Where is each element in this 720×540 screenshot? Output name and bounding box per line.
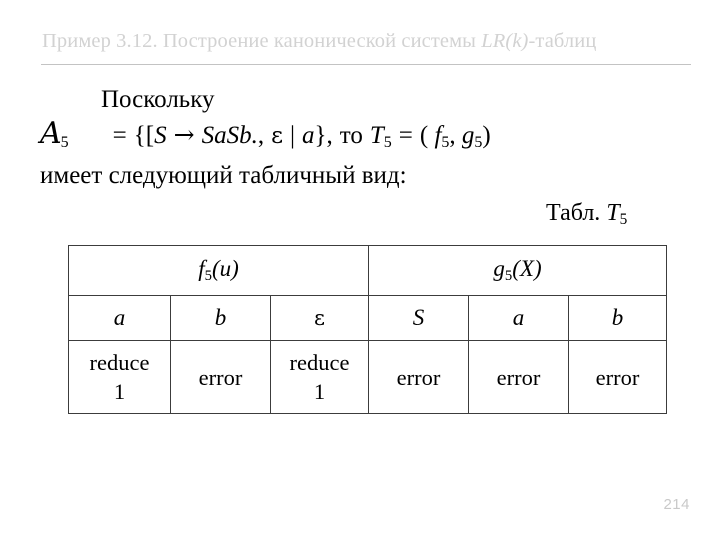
action-cell-2: reduce 1 <box>270 340 369 414</box>
action-5-line1: error <box>595 364 640 390</box>
action-0-line1: reduce <box>89 350 150 375</box>
formula-arrow: → <box>173 120 195 149</box>
formula-equals-2: = <box>398 122 413 149</box>
lr-parsing-table: f5(u) g5(X) a b ε S a b reduce 1 error re… <box>68 245 668 414</box>
symbol-cell-4: a <box>468 295 569 341</box>
formula-line: A5 = {[S → SaSb., ε | a}, то T5 =( f5, g5) <box>40 118 491 159</box>
formula-production: SaSb. <box>201 122 258 149</box>
action-cell-0: reduce 1 <box>68 340 171 414</box>
table-row-symbols: a b ε S a b <box>68 295 668 341</box>
formula-set-close: } <box>314 122 327 149</box>
page-number: 214 <box>663 496 690 513</box>
action-0-line2: 1 <box>113 379 126 404</box>
header-f-subscript: 5 <box>204 267 212 284</box>
formula-to-word: то <box>339 122 363 149</box>
symbol-4: a <box>512 305 525 330</box>
formula-lookahead: a <box>302 122 315 149</box>
action-1-line1: error <box>198 364 243 390</box>
formula-bar: | <box>289 122 295 149</box>
table-caption-subscript: 5 <box>619 210 628 228</box>
symbol-3: S <box>412 305 425 330</box>
action-4-line1: error <box>496 364 541 390</box>
formula-pair-open: ( <box>419 122 435 149</box>
action-3-line1: error <box>396 364 441 390</box>
symbol-5: b <box>611 305 624 330</box>
formula-g-symbol: g <box>461 122 475 149</box>
symbol-0: a <box>113 305 126 330</box>
symbol-cell-2: ε <box>270 295 369 341</box>
table-header-g: g5(X) <box>367 245 668 296</box>
action-2-line2: 1 <box>313 379 326 404</box>
action-cell-5: error <box>567 340 668 414</box>
table-caption-label: Табл. <box>546 200 607 226</box>
header-g-symbol: g <box>493 256 505 282</box>
formula-set-open: {[ <box>133 122 155 149</box>
page-title-after: -таблиц <box>528 30 597 52</box>
action-cell-1: error <box>170 340 271 414</box>
symbol-cell-5: b <box>567 295 668 341</box>
formula-pair-close: ) <box>482 122 491 149</box>
header-g-arg: (X) <box>512 256 542 282</box>
page-title-italic: LR(k) <box>481 30 529 52</box>
symbol-cell-3: S <box>368 295 469 341</box>
formula-pair-comma: , <box>449 122 462 149</box>
formula-tail-comma: , <box>326 122 333 149</box>
script-a-subscript: 5 <box>60 134 69 152</box>
formula-result-subscript: 5 <box>383 134 392 152</box>
formula-comma: , <box>257 122 265 149</box>
slide-header: Пример 3.12. Построение канонической сис… <box>0 26 720 72</box>
page-title-before: Пример 3.12. Построение канонической сис… <box>42 30 482 52</box>
formula-result-symbol: T <box>369 122 384 149</box>
table-header-f: f5(u) <box>68 245 369 296</box>
symbol-cell-1: b <box>170 295 271 341</box>
header-f-arg: (u) <box>211 256 239 282</box>
intro-text: Поскольку <box>101 86 215 113</box>
formula-nonterminal: S <box>154 122 167 149</box>
title-divider <box>41 64 691 65</box>
table-caption-symbol: T <box>606 200 620 226</box>
symbol-cell-0: a <box>68 295 171 341</box>
script-a-symbol: A <box>40 116 62 151</box>
action-cell-4: error <box>468 340 569 414</box>
table-row-actions: reduce 1 error reduce 1 error error error <box>68 340 668 414</box>
outro-text: имеет следующий табличный вид: <box>40 162 407 189</box>
table-caption: Табл. T5 <box>546 197 627 236</box>
formula-epsilon: ε <box>271 123 283 149</box>
table-row-group-headers: f5(u) g5(X) <box>68 245 668 296</box>
symbol-1: b <box>214 305 227 330</box>
symbol-2: ε <box>314 305 325 330</box>
formula-equals: = <box>112 122 127 149</box>
action-cell-3: error <box>368 340 469 414</box>
action-2-line1: reduce <box>289 350 350 375</box>
page-title: Пример 3.12. Построение канонической сис… <box>42 26 702 56</box>
